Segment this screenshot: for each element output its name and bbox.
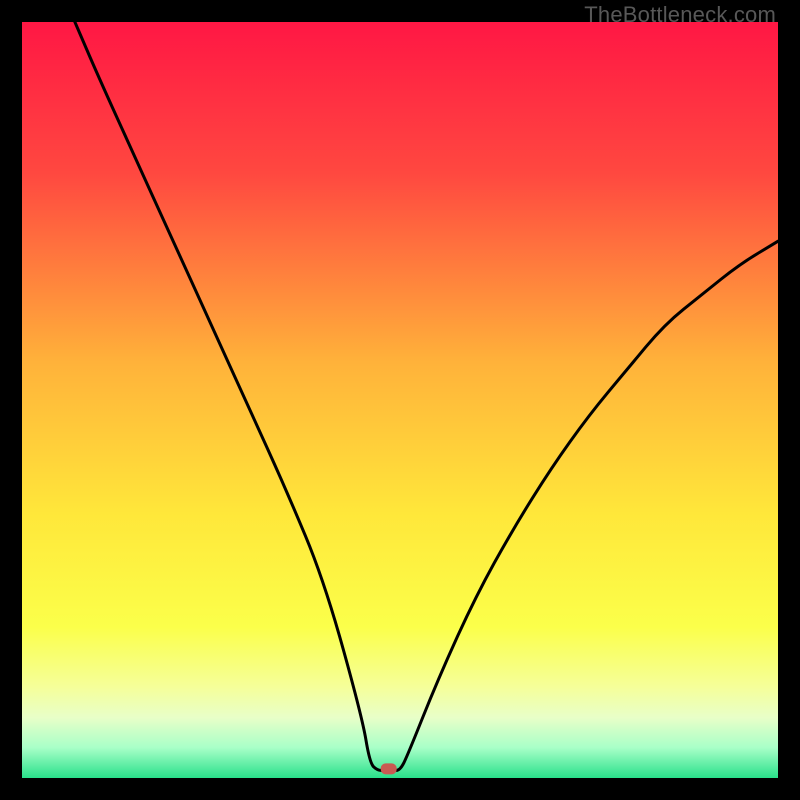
- chart-frame: [22, 22, 778, 778]
- chart-svg: [22, 22, 778, 778]
- chart-background: [22, 22, 778, 778]
- chart-marker: [381, 763, 397, 774]
